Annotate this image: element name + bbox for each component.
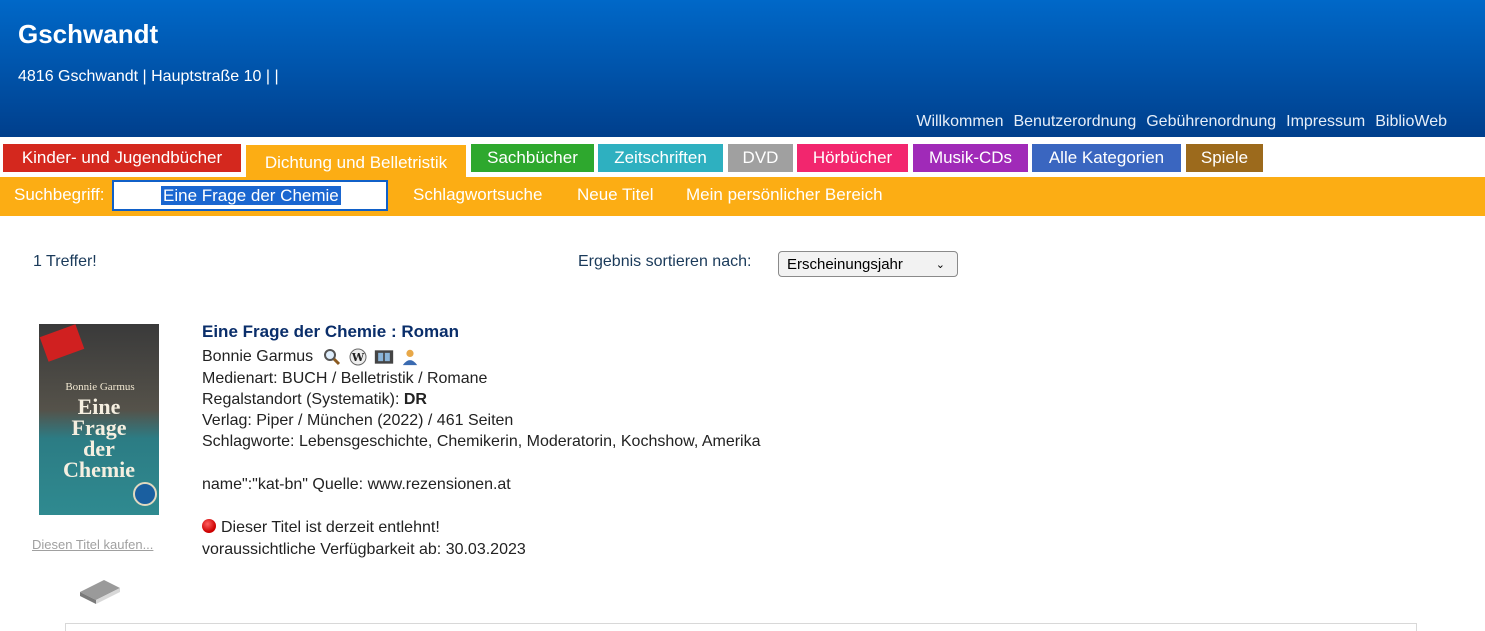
- availability-date: voraussichtliche Verfügbarkeit ab: 30.03…: [202, 541, 526, 558]
- category-musik-cds[interactable]: Musik-CDs: [913, 144, 1028, 172]
- cover-title-line: der: [83, 436, 115, 461]
- status-red-dot-icon: [202, 519, 216, 533]
- media-type: Medienart: BUCH / Belletristik / Romane: [202, 370, 488, 387]
- book-cover[interactable]: Bonnie Garmus Eine Frage der Chemie: [39, 324, 159, 515]
- shelf-value: DR: [403, 391, 427, 408]
- nav-link-impressum[interactable]: Impressum: [1286, 113, 1365, 131]
- cover-title-line: Frage: [71, 415, 127, 440]
- nav-link-willkommen[interactable]: Willkommen: [916, 113, 1003, 131]
- publisher-info: Verlag: Piper / München (2022) / 461 Sei…: [202, 412, 514, 429]
- shelf-location: Regalstandort (Systematik): DR: [202, 389, 427, 410]
- wikipedia-icon[interactable]: W: [348, 348, 368, 366]
- buy-title-link[interactable]: Diesen Titel kaufen...: [32, 537, 153, 552]
- result-count: 1 Treffer!: [33, 253, 97, 270]
- search-label: Suchbegriff:: [14, 185, 105, 204]
- search-icon[interactable]: [322, 348, 342, 366]
- author-icons: W: [322, 348, 420, 366]
- category-dvd[interactable]: DVD: [728, 144, 793, 172]
- link-persoenlicher-bereich[interactable]: Mein persönlicher Bereich: [686, 185, 883, 205]
- author-row: Bonnie Garmus W: [202, 346, 420, 367]
- book-icon[interactable]: [76, 570, 124, 606]
- availability-status: Dieser Titel ist derzeit entlehnt!: [202, 517, 440, 538]
- award-medal-icon: [133, 482, 157, 506]
- sort-select[interactable]: Erscheinungsjahr ⌄: [778, 251, 958, 277]
- category-spiele[interactable]: Spiele: [1186, 144, 1263, 172]
- person-icon[interactable]: [400, 348, 420, 366]
- cover-title-line: Chemie: [62, 457, 136, 482]
- top-nav: Willkommen Benutzerordnung Gebührenordnu…: [916, 113, 1447, 131]
- divider: [65, 623, 1417, 631]
- search-bar: Suchbegriff: Eine Frage der Chemie Schla…: [0, 177, 1485, 216]
- category-sachbuecher[interactable]: Sachbücher: [471, 144, 594, 172]
- film-icon[interactable]: [374, 348, 394, 366]
- sort-label: Ergebnis sortieren nach:: [578, 253, 752, 270]
- site-address: 4816 Gschwandt | Hauptstraße 10 | |: [18, 68, 279, 85]
- author-name[interactable]: Bonnie Garmus: [202, 348, 313, 365]
- bestseller-badge: [39, 324, 85, 362]
- category-dichtung-belletristik[interactable]: Dichtung und Belletristik: [246, 145, 466, 177]
- shelf-label: Regalstandort (Systematik):: [202, 391, 404, 408]
- nav-link-benutzerordnung[interactable]: Benutzerordnung: [1013, 113, 1136, 131]
- search-input-value: Eine Frage der Chemie: [161, 186, 341, 205]
- link-neue-titel[interactable]: Neue Titel: [577, 185, 654, 205]
- category-kinder-jugendbuecher[interactable]: Kinder- und Jugendbücher: [3, 144, 241, 172]
- link-schlagwortsuche[interactable]: Schlagwortsuche: [413, 185, 542, 205]
- site-header: Gschwandt 4816 Gschwandt | Hauptstraße 1…: [0, 0, 1485, 137]
- nav-link-biblioweb[interactable]: BiblioWeb: [1375, 113, 1447, 131]
- category-bar: Kinder- und Jugendbücher Dichtung und Be…: [0, 137, 1485, 177]
- site-title[interactable]: Gschwandt: [18, 19, 158, 50]
- search-input[interactable]: Eine Frage der Chemie: [112, 180, 388, 211]
- svg-text:W: W: [350, 351, 364, 364]
- status-text: Dieser Titel ist derzeit entlehnt!: [221, 519, 440, 536]
- category-zeitschriften[interactable]: Zeitschriften: [598, 144, 723, 172]
- chevron-down-icon: ⌄: [935, 259, 945, 271]
- cover-title-line: Eine: [77, 394, 121, 419]
- cover-author: Bonnie Garmus: [65, 381, 135, 393]
- source-info: name":"kat-bn" Quelle: www.rezensionen.a…: [202, 476, 511, 493]
- nav-link-gebuehrenordnung[interactable]: Gebührenordnung: [1146, 113, 1276, 131]
- category-alle-kategorien[interactable]: Alle Kategorien: [1032, 144, 1181, 172]
- result-title-link[interactable]: Eine Frage der Chemie : Roman: [202, 322, 459, 342]
- keywords: Schlagworte: Lebensgeschichte, Chemikeri…: [202, 433, 761, 450]
- category-hoerbuecher[interactable]: Hörbücher: [797, 144, 908, 172]
- sort-select-value: Erscheinungsjahr: [787, 255, 903, 273]
